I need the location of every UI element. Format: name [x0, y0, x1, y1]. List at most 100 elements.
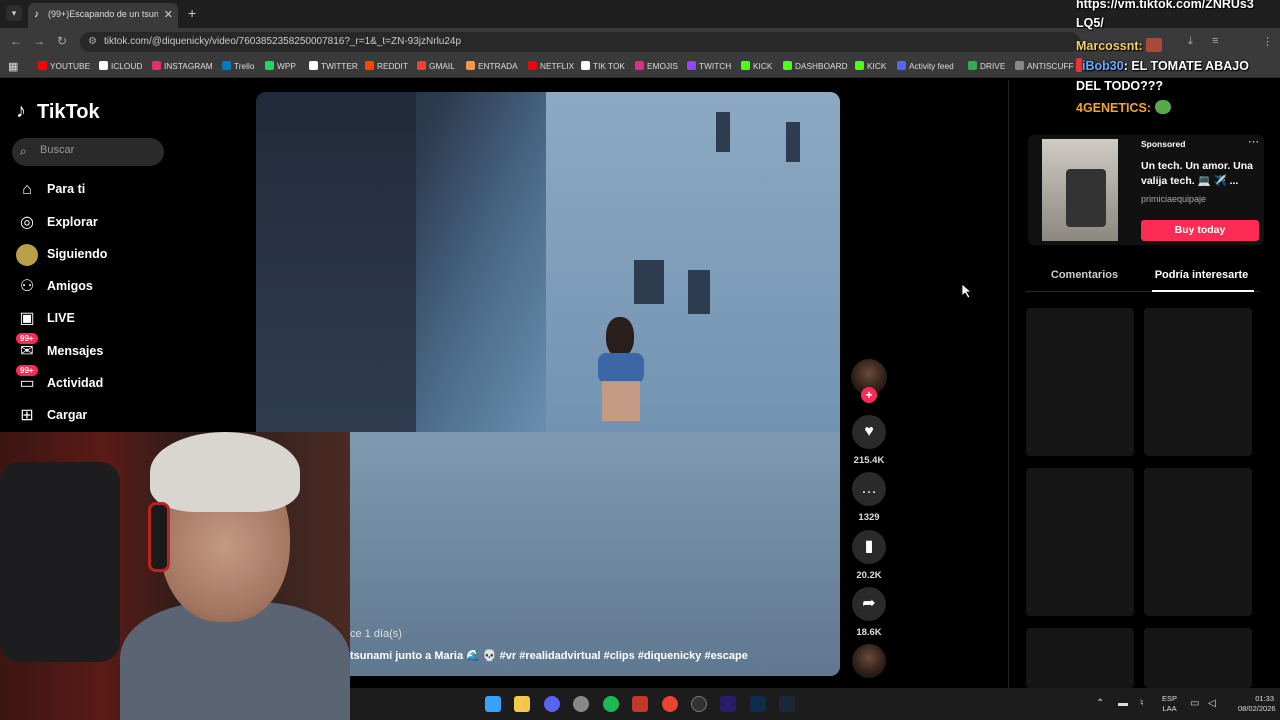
bookmark[interactable]: Activity feed	[897, 61, 954, 71]
language-indicator[interactable]: ESP LAA	[1162, 694, 1177, 714]
like-count: 215.4K	[853, 455, 885, 466]
obs-icon[interactable]	[691, 696, 707, 712]
nav-label: Mensajes	[47, 344, 104, 358]
recommended-video-thumbnail[interactable]	[1026, 468, 1134, 616]
bookmark[interactable]: Trello	[222, 61, 254, 71]
lang-code: ESP	[1162, 694, 1178, 703]
share-button[interactable]: ➦	[852, 587, 886, 621]
bookmark[interactable]: TWITCH	[687, 61, 731, 71]
bookmark[interactable]: DRIVE	[968, 61, 1005, 71]
apps-grid-icon[interactable]: ▦	[8, 60, 18, 73]
nav-label: Amigos	[47, 279, 93, 293]
bookmark[interactable]: KICK	[855, 61, 886, 71]
bookmark[interactable]: ICLOUD	[99, 61, 142, 71]
reload-icon[interactable]: ↻	[57, 34, 67, 48]
nav-para-ti[interactable]: ⌂ Para ti	[16, 178, 216, 202]
bookmark-icon	[855, 61, 864, 70]
steam-icon[interactable]	[779, 696, 795, 712]
buy-today-button[interactable]: Buy today	[1141, 220, 1259, 241]
nav-live[interactable]: ▣ LIVE	[16, 307, 216, 331]
url-field[interactable]: ⚙ tiktok.com/@diquenicky/video/760385235…	[80, 32, 1080, 52]
bookmark[interactable]: WPP	[265, 61, 296, 71]
sponsored-ad[interactable]: Sponsored ⋯ Un tech. Un amor. Una valija…	[1028, 135, 1264, 245]
bookmark[interactable]: DASHBOARD	[783, 61, 848, 71]
url-text[interactable]: tiktok.com/@diquenicky/video/76038523582…	[104, 36, 461, 47]
nav-amigos[interactable]: ⚇ Amigos	[16, 275, 216, 299]
network-icon[interactable]: ▭	[1190, 698, 1199, 709]
bookmark-label: ICLOUD	[111, 61, 143, 71]
premiere-icon[interactable]	[720, 696, 736, 712]
chat-text: DEL TODO???	[1076, 79, 1164, 93]
bookmark-icon	[897, 61, 906, 70]
flag-icon[interactable]: ▬	[1118, 698, 1128, 709]
more-icon[interactable]: ⋯	[1248, 135, 1259, 148]
comment-button[interactable]: …	[852, 472, 886, 506]
video-caption: tsunami junto a Maria 🌊 💀 #vr #realidadv…	[350, 650, 748, 662]
bookmark[interactable]: KICK	[741, 61, 772, 71]
forward-icon[interactable]: →	[33, 34, 45, 48]
tab-podria-interesarte[interactable]: Podría interesarte	[1143, 269, 1260, 281]
chrome-icon[interactable]	[662, 696, 678, 712]
nav-actividad[interactable]: ▭ 99+ Actividad	[16, 365, 216, 396]
like-button[interactable]: ♥	[852, 415, 886, 449]
close-icon[interactable]: ✕	[164, 8, 173, 21]
search-input[interactable]	[40, 144, 155, 156]
app-icon[interactable]	[632, 696, 648, 712]
recommended-video-thumbnail[interactable]	[1144, 468, 1252, 616]
bookmark[interactable]: NETFLIX	[528, 61, 574, 71]
menu-icon[interactable]: ⋮	[1262, 35, 1273, 48]
new-tab-icon[interactable]: +	[188, 5, 196, 21]
bookmark[interactable]: YOUTUBE	[38, 61, 90, 71]
search-icon: ⌕	[20, 144, 27, 158]
recommended-video-thumbnail[interactable]	[1144, 308, 1252, 456]
bookmark[interactable]: INSTAGRAM	[152, 61, 213, 71]
photoshop-icon[interactable]	[750, 696, 766, 712]
bookmark-label: DASHBOARD	[795, 61, 848, 71]
bookmark[interactable]: TWITTER	[309, 61, 358, 71]
media-icon[interactable]: ≡	[1212, 35, 1218, 47]
ad-image[interactable]	[1042, 139, 1118, 241]
nav-mensajes[interactable]: ✉ 99+ Mensajes	[16, 333, 216, 364]
windows-start-icon[interactable]	[485, 696, 501, 712]
save-button[interactable]: ▮	[852, 530, 886, 564]
download-icon[interactable]: ⤓	[1188, 35, 1193, 48]
volume-icon[interactable]: ◁	[1208, 698, 1216, 709]
spotify-icon[interactable]	[603, 696, 619, 712]
tab-search-icon[interactable]: ▾	[6, 5, 22, 21]
bookmark[interactable]: EMOJIS	[635, 61, 678, 71]
bookmark-icon: ▮	[864, 538, 874, 555]
search-bar[interactable]: ⌕	[12, 138, 164, 166]
chat-username: 4GENETICS:	[1076, 101, 1152, 115]
chat-username: iBob30	[1082, 59, 1124, 73]
nav-label: Siguiendo	[47, 247, 108, 261]
nav-explorar[interactable]: ◎ Explorar	[16, 211, 216, 235]
bookmark[interactable]: ENTRADA	[466, 61, 518, 71]
tab-comentarios[interactable]: Comentarios	[1026, 269, 1143, 281]
browser-tab[interactable]: ♪ (99+)Escapando de un tsunami ✕	[28, 3, 178, 28]
bookmark[interactable]: ANTISCUFF	[1015, 61, 1074, 71]
nav-siguiendo[interactable]: Siguiendo	[16, 243, 216, 267]
share-icon: ➦	[862, 595, 876, 612]
bookmark-icon	[365, 61, 374, 70]
nav-cargar[interactable]: ⊞ Cargar	[16, 404, 216, 428]
discord-icon[interactable]	[544, 696, 560, 712]
follow-plus-icon[interactable]: +	[861, 387, 877, 403]
sound-avatar[interactable]	[852, 644, 886, 678]
chevron-up-icon[interactable]: ⌃	[1096, 698, 1104, 709]
recommended-video-thumbnail[interactable]	[1144, 628, 1252, 688]
site-info-icon[interactable]: ⚙	[88, 36, 97, 47]
bookmark-label: TWITCH	[699, 61, 732, 71]
file-explorer-icon[interactable]	[514, 696, 530, 712]
recommended-video-thumbnail[interactable]	[1026, 308, 1134, 456]
clock[interactable]: 01:33 08/02/2026	[1238, 694, 1276, 714]
bookmark[interactable]: GMAIL	[417, 61, 455, 71]
ad-brand[interactable]: primiciaequipaje	[1141, 194, 1206, 204]
app-icon[interactable]	[573, 696, 589, 712]
back-icon[interactable]: ←	[10, 34, 22, 48]
microphone-icon[interactable]: ♮	[1140, 698, 1144, 709]
bookmark[interactable]: REDDIT	[365, 61, 408, 71]
bookmark-label: Activity feed	[909, 61, 954, 71]
bookmark[interactable]: TIK TOK	[581, 61, 625, 71]
bookmark-label: INSTAGRAM	[164, 61, 213, 71]
recommended-video-thumbnail[interactable]	[1026, 628, 1134, 688]
